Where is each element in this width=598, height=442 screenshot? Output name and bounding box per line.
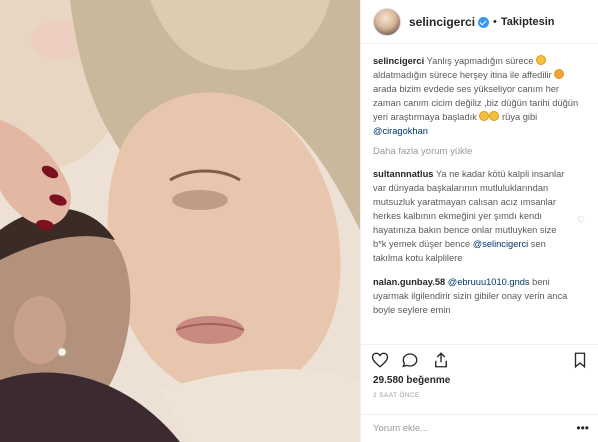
comment-input[interactable]: Yorum ekle... •••: [361, 414, 598, 442]
caption-text-1: Yanlış yapmadığın sürece: [424, 56, 536, 66]
comment-like-icon[interactable]: ♡: [577, 216, 586, 225]
follow-status-button[interactable]: Takiptesin: [501, 16, 555, 28]
heart-icon[interactable]: [371, 351, 389, 369]
comment-mention[interactable]: @ebruuu1010.gnds: [448, 277, 530, 287]
load-more-comments[interactable]: Daha fazla yorum yükle: [373, 146, 586, 157]
photo-illustration: [0, 0, 360, 442]
caption-username[interactable]: selincigerci: [373, 56, 424, 66]
caption-text-4: rüya gibi: [499, 112, 538, 122]
separator-dot: •: [493, 15, 497, 28]
action-bar: [361, 344, 598, 372]
comment-text: Ya ne kadar kötü kalpli insanlar var dün…: [373, 169, 565, 249]
grinning-emoji-icon: [535, 55, 546, 65]
comment-icon[interactable]: [401, 351, 419, 369]
comment-username[interactable]: sultannnatlus: [373, 169, 433, 179]
caption-mention[interactable]: @ciragokhan: [373, 126, 428, 136]
more-options-icon[interactable]: •••: [576, 421, 589, 435]
post-timestamp: 2 SAAT ÖNCE: [373, 392, 420, 399]
heart-eyes-emoji-icon: [554, 69, 565, 79]
header-username[interactable]: selincigerci: [409, 15, 475, 29]
post-photo[interactable]: [0, 0, 360, 442]
likes-count[interactable]: 29.580 beğenme: [373, 375, 450, 386]
avatar[interactable]: [373, 7, 401, 36]
laughing-emoji-icon: [479, 111, 490, 121]
comments-section: selincigerci Yanlış yapmadığın sürece al…: [361, 44, 598, 336]
caption-text-3: arada bizim evdede ses yükseliyor canım …: [373, 84, 579, 122]
caption: selincigerci Yanlış yapmadığın sürece al…: [373, 54, 586, 138]
comment-mention[interactable]: @selincigerci: [473, 239, 528, 249]
share-icon[interactable]: [432, 351, 450, 369]
verified-badge-icon: [478, 17, 490, 28]
bookmark-icon[interactable]: [571, 351, 589, 369]
comment-username[interactable]: nalan.gunbay.58: [373, 277, 445, 287]
laughing-emoji-icon: [489, 111, 500, 121]
comment-item: sultannnatlus Ya ne kadar kötü kalpli in…: [373, 167, 586, 265]
post-panel: selincigerci • Takiptesin selincigerci Y…: [360, 0, 598, 442]
comment-item: nalan.gunbay.58 @ebruuu1010.gnds beni uy…: [373, 275, 586, 317]
post-header: selincigerci • Takiptesin: [361, 0, 598, 44]
caption-text-2: aldatmadığın sürece herşey itina ile aff…: [373, 70, 555, 80]
comment-input-placeholder[interactable]: Yorum ekle...: [373, 423, 428, 434]
